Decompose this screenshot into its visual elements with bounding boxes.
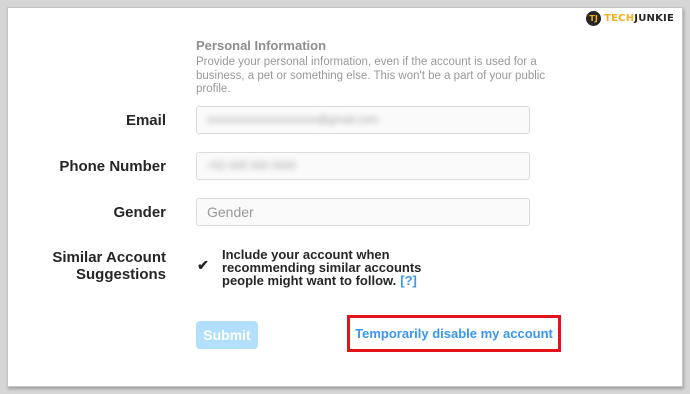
checkmark-icon: ✔ — [197, 256, 209, 273]
gender-field[interactable]: Gender — [196, 198, 530, 226]
techjunkie-logo-icon: TJ — [586, 11, 602, 26]
gender-label: Gender — [113, 204, 166, 221]
email-label: Email — [125, 112, 166, 129]
section-description: Provide your personal information, even … — [196, 56, 546, 95]
highlight-box: Temporarily disable my account — [347, 315, 561, 352]
temporarily-disable-account-link[interactable]: Temporarily disable my account — [355, 326, 553, 341]
similar-suggestions-checkbox[interactable]: ✔ — [196, 256, 210, 273]
brand-junkie: JUNKIE — [634, 13, 674, 24]
email-field[interactable]: xxxxxxxxxxxxxxxxxxxx@gmail.com — [196, 106, 530, 134]
phone-value: +62 000 000 0000 — [207, 160, 297, 172]
help-link[interactable]: [?] — [400, 273, 417, 288]
similar-suggestions-description: Include your account when recommending s… — [222, 247, 422, 288]
submit-button[interactable]: Submit — [196, 321, 258, 349]
techjunkie-brand-text: TECHJUNKIE — [604, 13, 674, 24]
phone-label: Phone Number — [59, 158, 166, 175]
email-value: xxxxxxxxxxxxxxxxxxxx@gmail.com — [207, 114, 379, 126]
brand-tech: TECH — [604, 13, 635, 24]
similar-suggestions-text: Include your account when recommending s… — [222, 248, 432, 287]
similar-suggestions-label: Similar Account Suggestions — [52, 249, 166, 283]
section-title: Personal Information — [196, 38, 327, 53]
similar-suggestions-row: ✔ Include your account when recommending… — [196, 248, 432, 287]
techjunkie-watermark: TJ TECHJUNKIE — [586, 11, 674, 26]
gender-placeholder: Gender — [207, 204, 254, 220]
settings-panel: TJ TECHJUNKIE Personal Information Provi… — [7, 7, 683, 387]
phone-field[interactable]: +62 000 000 0000 — [196, 152, 530, 180]
